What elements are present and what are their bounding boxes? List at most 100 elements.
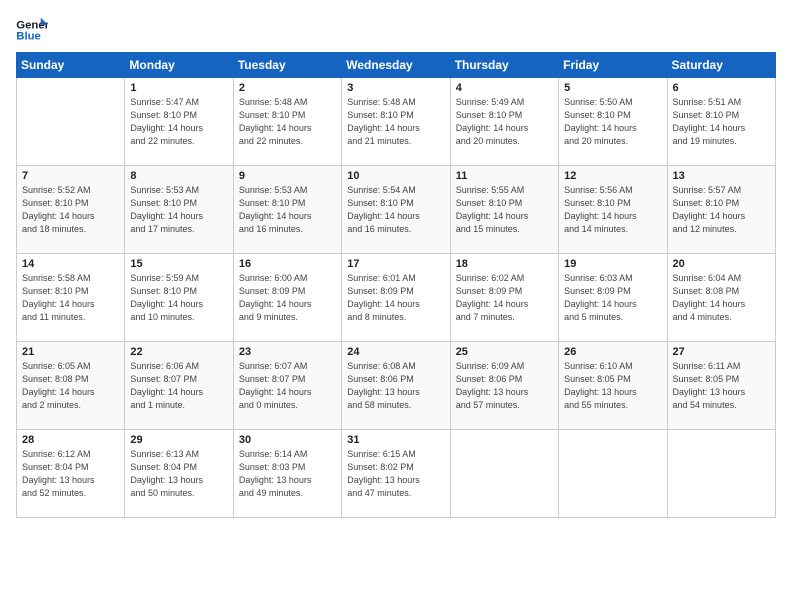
calendar-day-cell: 11 Sunrise: 5:55 AM Sunset: 8:10 PM Dayli… — [450, 166, 558, 254]
day-info: Sunrise: 5:59 AM Sunset: 8:10 PM Dayligh… — [130, 272, 227, 324]
day-info: Sunrise: 6:11 AM Sunset: 8:05 PM Dayligh… — [673, 360, 770, 412]
day-number: 14 — [22, 258, 119, 270]
calendar-day-cell: 18 Sunrise: 6:02 AM Sunset: 8:09 PM Dayli… — [450, 254, 558, 342]
day-info: Sunrise: 6:04 AM Sunset: 8:08 PM Dayligh… — [673, 272, 770, 324]
calendar-day-cell: 21 Sunrise: 6:05 AM Sunset: 8:08 PM Dayli… — [17, 342, 125, 430]
day-number: 5 — [564, 82, 661, 94]
calendar-day-cell: 6 Sunrise: 5:51 AM Sunset: 8:10 PM Daylig… — [667, 78, 775, 166]
day-info: Sunrise: 5:53 AM Sunset: 8:10 PM Dayligh… — [130, 184, 227, 236]
day-info: Sunrise: 6:07 AM Sunset: 8:07 PM Dayligh… — [239, 360, 336, 412]
day-number: 22 — [130, 346, 227, 358]
day-number: 7 — [22, 170, 119, 182]
calendar-day-cell: 1 Sunrise: 5:47 AM Sunset: 8:10 PM Daylig… — [125, 78, 233, 166]
day-number: 15 — [130, 258, 227, 270]
day-number: 28 — [22, 434, 119, 446]
calendar-day-cell: 2 Sunrise: 5:48 AM Sunset: 8:10 PM Daylig… — [233, 78, 341, 166]
calendar-week-row: 14 Sunrise: 5:58 AM Sunset: 8:10 PM Dayli… — [17, 254, 776, 342]
calendar-week-row: 1 Sunrise: 5:47 AM Sunset: 8:10 PM Daylig… — [17, 78, 776, 166]
weekday-header-cell: Monday — [125, 53, 233, 78]
day-info: Sunrise: 6:02 AM Sunset: 8:09 PM Dayligh… — [456, 272, 553, 324]
day-number: 9 — [239, 170, 336, 182]
day-info: Sunrise: 5:52 AM Sunset: 8:10 PM Dayligh… — [22, 184, 119, 236]
weekday-header-row: SundayMondayTuesdayWednesdayThursdayFrid… — [17, 53, 776, 78]
day-number: 21 — [22, 346, 119, 358]
day-number: 4 — [456, 82, 553, 94]
day-number: 1 — [130, 82, 227, 94]
day-info: Sunrise: 6:01 AM Sunset: 8:09 PM Dayligh… — [347, 272, 444, 324]
day-info: Sunrise: 5:58 AM Sunset: 8:10 PM Dayligh… — [22, 272, 119, 324]
logo-icon: General Blue — [16, 16, 48, 44]
calendar-day-cell: 7 Sunrise: 5:52 AM Sunset: 8:10 PM Daylig… — [17, 166, 125, 254]
day-info: Sunrise: 6:14 AM Sunset: 8:03 PM Dayligh… — [239, 448, 336, 500]
calendar-day-cell: 4 Sunrise: 5:49 AM Sunset: 8:10 PM Daylig… — [450, 78, 558, 166]
day-number: 31 — [347, 434, 444, 446]
day-info: Sunrise: 6:15 AM Sunset: 8:02 PM Dayligh… — [347, 448, 444, 500]
day-number: 26 — [564, 346, 661, 358]
weekday-header-cell: Tuesday — [233, 53, 341, 78]
day-info: Sunrise: 5:57 AM Sunset: 8:10 PM Dayligh… — [673, 184, 770, 236]
day-info: Sunrise: 5:48 AM Sunset: 8:10 PM Dayligh… — [347, 96, 444, 148]
calendar-day-cell: 12 Sunrise: 5:56 AM Sunset: 8:10 PM Dayli… — [559, 166, 667, 254]
calendar-week-row: 7 Sunrise: 5:52 AM Sunset: 8:10 PM Daylig… — [17, 166, 776, 254]
weekday-header-cell: Thursday — [450, 53, 558, 78]
day-info: Sunrise: 6:06 AM Sunset: 8:07 PM Dayligh… — [130, 360, 227, 412]
calendar-day-cell — [17, 78, 125, 166]
day-info: Sunrise: 5:56 AM Sunset: 8:10 PM Dayligh… — [564, 184, 661, 236]
day-info: Sunrise: 6:13 AM Sunset: 8:04 PM Dayligh… — [130, 448, 227, 500]
day-number: 6 — [673, 82, 770, 94]
day-number: 11 — [456, 170, 553, 182]
day-info: Sunrise: 6:09 AM Sunset: 8:06 PM Dayligh… — [456, 360, 553, 412]
calendar-day-cell: 26Sunrise: 6:10 AM Sunset: 8:05 PM Dayli… — [559, 342, 667, 430]
day-number: 29 — [130, 434, 227, 446]
day-info: Sunrise: 5:49 AM Sunset: 8:10 PM Dayligh… — [456, 96, 553, 148]
day-info: Sunrise: 6:00 AM Sunset: 8:09 PM Dayligh… — [239, 272, 336, 324]
calendar-day-cell: 25 Sunrise: 6:09 AM Sunset: 8:06 PM Dayli… — [450, 342, 558, 430]
day-info: Sunrise: 5:53 AM Sunset: 8:10 PM Dayligh… — [239, 184, 336, 236]
calendar-day-cell: 29 Sunrise: 6:13 AM Sunset: 8:04 PM Dayli… — [125, 430, 233, 518]
day-number: 18 — [456, 258, 553, 270]
calendar-day-cell: 23 Sunrise: 6:07 AM Sunset: 8:07 PM Dayli… — [233, 342, 341, 430]
day-number: 25 — [456, 346, 553, 358]
day-info: Sunrise: 6:12 AM Sunset: 8:04 PM Dayligh… — [22, 448, 119, 500]
day-number: 10 — [347, 170, 444, 182]
header: General Blue — [16, 16, 776, 44]
day-info: Sunrise: 5:47 AM Sunset: 8:10 PM Dayligh… — [130, 96, 227, 148]
logo: General Blue — [16, 16, 48, 44]
day-number: 27 — [673, 346, 770, 358]
day-info: Sunrise: 5:55 AM Sunset: 8:10 PM Dayligh… — [456, 184, 553, 236]
calendar-day-cell: 15 Sunrise: 5:59 AM Sunset: 8:10 PM Dayli… — [125, 254, 233, 342]
day-info: Sunrise: 6:08 AM Sunset: 8:06 PM Dayligh… — [347, 360, 444, 412]
day-number: 3 — [347, 82, 444, 94]
day-number: 2 — [239, 82, 336, 94]
calendar-day-cell: 20 Sunrise: 6:04 AM Sunset: 8:08 PM Dayli… — [667, 254, 775, 342]
day-number: 19 — [564, 258, 661, 270]
day-number: 23 — [239, 346, 336, 358]
day-number: 30 — [239, 434, 336, 446]
calendar-day-cell — [667, 430, 775, 518]
day-info: Sunrise: 5:48 AM Sunset: 8:10 PM Dayligh… — [239, 96, 336, 148]
day-number: 13 — [673, 170, 770, 182]
calendar-week-row: 28 Sunrise: 6:12 AM Sunset: 8:04 PM Dayli… — [17, 430, 776, 518]
calendar-day-cell: 13 Sunrise: 5:57 AM Sunset: 8:10 PM Dayli… — [667, 166, 775, 254]
day-number: 12 — [564, 170, 661, 182]
svg-text:Blue: Blue — [16, 31, 41, 43]
calendar-body: 1 Sunrise: 5:47 AM Sunset: 8:10 PM Daylig… — [17, 78, 776, 518]
day-info: Sunrise: 5:51 AM Sunset: 8:10 PM Dayligh… — [673, 96, 770, 148]
calendar-day-cell: 17 Sunrise: 6:01 AM Sunset: 8:09 PM Dayli… — [342, 254, 450, 342]
calendar-day-cell: 19Sunrise: 6:03 AM Sunset: 8:09 PM Dayli… — [559, 254, 667, 342]
day-number: 16 — [239, 258, 336, 270]
calendar-day-cell: 27 Sunrise: 6:11 AM Sunset: 8:05 PM Dayli… — [667, 342, 775, 430]
calendar-day-cell: 24 Sunrise: 6:08 AM Sunset: 8:06 PM Dayli… — [342, 342, 450, 430]
calendar-day-cell: 3 Sunrise: 5:48 AM Sunset: 8:10 PM Daylig… — [342, 78, 450, 166]
calendar-day-cell: 22 Sunrise: 6:06 AM Sunset: 8:07 PM Dayli… — [125, 342, 233, 430]
weekday-header-cell: Saturday — [667, 53, 775, 78]
calendar-day-cell — [559, 430, 667, 518]
calendar-day-cell: 28 Sunrise: 6:12 AM Sunset: 8:04 PM Dayli… — [17, 430, 125, 518]
day-info: Sunrise: 6:05 AM Sunset: 8:08 PM Dayligh… — [22, 360, 119, 412]
day-number: 17 — [347, 258, 444, 270]
day-number: 24 — [347, 346, 444, 358]
calendar-day-cell: 31 Sunrise: 6:15 AM Sunset: 8:02 PM Dayli… — [342, 430, 450, 518]
calendar-day-cell: 5Sunrise: 5:50 AM Sunset: 8:10 PM Daylig… — [559, 78, 667, 166]
day-number: 20 — [673, 258, 770, 270]
calendar-day-cell: 16 Sunrise: 6:00 AM Sunset: 8:09 PM Dayli… — [233, 254, 341, 342]
